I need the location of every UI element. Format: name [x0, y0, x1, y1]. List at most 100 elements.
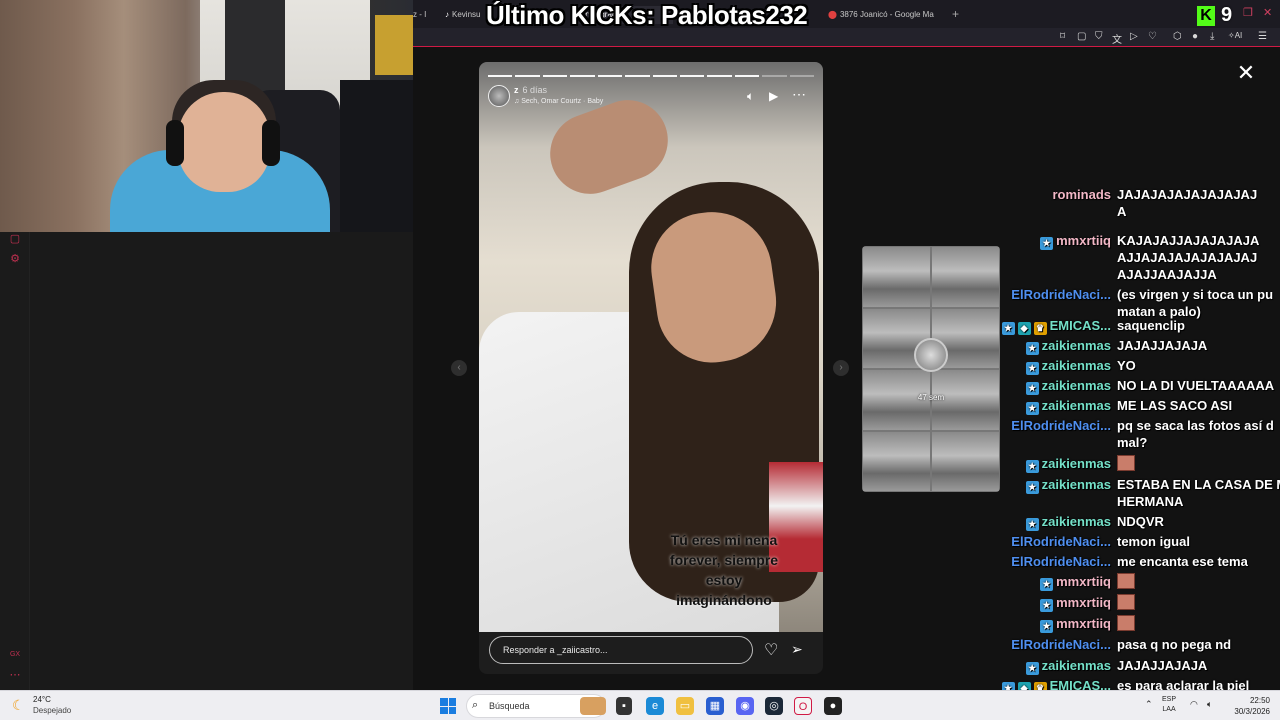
- volume-icon[interactable]: 🔈︎: [747, 89, 754, 104]
- chat-username[interactable]: ★ zaikienmas: [990, 513, 1111, 531]
- chat-username[interactable]: ★ zaikienmas: [990, 657, 1111, 675]
- chat-username[interactable]: ElRodrideNaci...: [990, 553, 1111, 570]
- chat-message-text: JAJAJAJAJAJAJAJAJ A: [1117, 187, 1258, 219]
- volume-tray-icon[interactable]: 🔈︎: [1207, 699, 1212, 710]
- chat-username[interactable]: ★ zaikienmas: [990, 337, 1111, 355]
- moon-weather-icon[interactable]: ☾: [12, 697, 25, 714]
- chat-username-text: ElRodrideNaci...: [1011, 534, 1111, 549]
- edge-icon[interactable]: e: [646, 697, 664, 715]
- story-username-text: z: [514, 85, 519, 95]
- progress-segment: [515, 75, 540, 77]
- next-story-preview[interactable]: 47 sem: [862, 246, 1000, 492]
- story-song[interactable]: ♫ Sech, Omar Courtz · Baby: [514, 98, 603, 105]
- clock[interactable]: 22:50 30/3/2026: [1228, 695, 1270, 717]
- chat-username-text: rominads: [1052, 187, 1111, 202]
- search-highlight-icon[interactable]: [580, 697, 606, 715]
- store-icon[interactable]: ▦: [706, 697, 724, 715]
- opera-gx-icon[interactable]: O: [794, 697, 812, 715]
- chat-username-text: ElRodrideNaci...: [1011, 287, 1111, 302]
- extensions-icon[interactable]: ⬡: [1173, 31, 1182, 42]
- download-icon[interactable]: ⤓: [1210, 31, 1214, 42]
- chat-username[interactable]: ★ ◆ ♛ EMICAS...: [990, 677, 1111, 690]
- subscriber-badge-icon: ★: [1025, 342, 1039, 355]
- tab-1[interactable]: z - I: [413, 6, 433, 24]
- send-icon[interactable]: ➢: [791, 641, 803, 658]
- tab-kevinsu-label: Kevinsu: [452, 10, 481, 19]
- clock-date: 30/3/2026: [1234, 707, 1270, 716]
- heart-icon[interactable]: ♡: [764, 640, 778, 660]
- more-icon[interactable]: ⋯: [792, 86, 806, 103]
- chat-message-text: pq se saca las fotos así d mal?: [1117, 418, 1274, 450]
- sidebar-settings-icon[interactable]: ⚙: [8, 252, 22, 266]
- close-window-icon[interactable]: ✕: [1263, 6, 1272, 19]
- stream-title: Último KICKs: Pablotas232: [486, 0, 808, 30]
- chat-username-text: zaikienmas: [1041, 658, 1111, 673]
- start-button[interactable]: [440, 698, 456, 714]
- chat-username-text: zaikienmas: [1041, 398, 1111, 413]
- shield-icon[interactable]: ⛉: [1095, 31, 1103, 42]
- chat-username-text: mmxrtiiq: [1056, 233, 1111, 248]
- preview-tile: [862, 246, 931, 308]
- chat-username[interactable]: ★ zaikienmas: [990, 455, 1111, 473]
- sidebar-gx-label[interactable]: GX: [8, 648, 22, 662]
- ai-icon[interactable]: ✧AI: [1228, 31, 1242, 40]
- restore-window-icon[interactable]: ❐: [1243, 6, 1253, 19]
- chat-username[interactable]: ★ zaikienmas: [990, 476, 1111, 494]
- translate-icon[interactable]: 文: [1112, 31, 1122, 46]
- preview-time: 47 sem: [917, 393, 945, 402]
- webcam-headset: [166, 120, 184, 166]
- player-icon[interactable]: ▷: [1130, 31, 1138, 42]
- close-icon[interactable]: ✕: [1236, 62, 1256, 84]
- task-view-icon[interactable]: ▪: [616, 697, 632, 715]
- chat-username[interactable]: ★ zaikienmas: [990, 397, 1111, 415]
- reply-input[interactable]: Responder a _zaiicastro...: [489, 636, 753, 664]
- sidebar-more-icon[interactable]: ⋯: [8, 668, 22, 682]
- chat-username[interactable]: ElRodrideNaci...: [990, 533, 1111, 550]
- snapshot-icon[interactable]: ▢: [1077, 31, 1086, 42]
- story-username[interactable]: z6 días: [514, 85, 547, 95]
- bookmark-icon[interactable]: ⌑: [1060, 31, 1065, 42]
- chat-username[interactable]: ★ mmxrtiiq: [990, 232, 1111, 250]
- tab-google-maps[interactable]: ⬤ 3876 Joanicó - Google Ma: [828, 6, 958, 24]
- wifi-icon[interactable]: ◠: [1190, 699, 1198, 710]
- chat-username[interactable]: ★ ◆ ♛ EMICAS...: [990, 317, 1111, 335]
- discord-icon[interactable]: ◉: [736, 697, 754, 715]
- chat-username[interactable]: ★ zaikienmas: [990, 357, 1111, 375]
- chat-username[interactable]: ElRodrideNaci...: [990, 636, 1111, 653]
- steam-icon[interactable]: ◎: [765, 697, 783, 715]
- file-explorer-icon[interactable]: ▭: [676, 697, 694, 715]
- photo-hand: [538, 88, 680, 206]
- heart-bookmark-icon[interactable]: ♡: [1148, 31, 1157, 42]
- weather-temp[interactable]: 24°C: [33, 695, 51, 704]
- chat-username[interactable]: ★ mmxrtiiq: [990, 594, 1111, 612]
- prev-story-arrow-icon[interactable]: ‹: [451, 360, 467, 376]
- next-story-arrow-icon[interactable]: ›: [833, 360, 849, 376]
- avatar[interactable]: [488, 85, 510, 107]
- menu-icon[interactable]: ☰: [1258, 31, 1267, 42]
- progress-segment: [679, 75, 705, 77]
- profile-icon[interactable]: ●: [1192, 31, 1198, 42]
- chat-username-text: mmxrtiiq: [1056, 616, 1111, 631]
- chat-username[interactable]: ★ mmxrtiiq: [990, 573, 1111, 591]
- obs-icon[interactable]: ●: [824, 697, 842, 715]
- chat-username[interactable]: ★ mmxrtiiq: [990, 615, 1111, 633]
- story-card: z6 días ♫ Sech, Omar Courtz · Baby 🔈︎ ▶ …: [479, 62, 823, 674]
- chat-username[interactable]: ★ zaikienmas: [990, 377, 1111, 395]
- weather-desc[interactable]: Despejado: [33, 706, 71, 715]
- lang-bottom: LAA: [1162, 706, 1176, 713]
- webcam-person-face: [178, 92, 270, 192]
- tray-chevron-icon[interactable]: ⌃: [1145, 699, 1153, 710]
- chat-username[interactable]: rominads: [990, 186, 1111, 203]
- new-tab-button[interactable]: +: [952, 7, 959, 21]
- kick-logo-icon: K: [1197, 5, 1215, 26]
- taskbar: ☾ 24°C Despejado Búsqueda ⌕ ▪ e ▭ ▦ ◉ ◎ …: [0, 690, 1280, 720]
- subscriber-badge-icon: ★: [1025, 402, 1039, 415]
- language-indicator[interactable]: ESP LAA: [1162, 695, 1176, 715]
- sidebar-tile-icon[interactable]: ▢: [8, 232, 22, 246]
- play-icon[interactable]: ▶: [769, 89, 778, 103]
- chat-username[interactable]: ElRodrideNaci...: [990, 417, 1111, 434]
- lang-top: ESP: [1162, 696, 1177, 703]
- progress-segment: [734, 75, 760, 77]
- stream-chat: rominads JAJAJAJAJAJAJAJAJ A ★ mmxrtiiq KAJA…: [990, 186, 1280, 690]
- chat-username[interactable]: ElRodrideNaci...: [990, 286, 1111, 303]
